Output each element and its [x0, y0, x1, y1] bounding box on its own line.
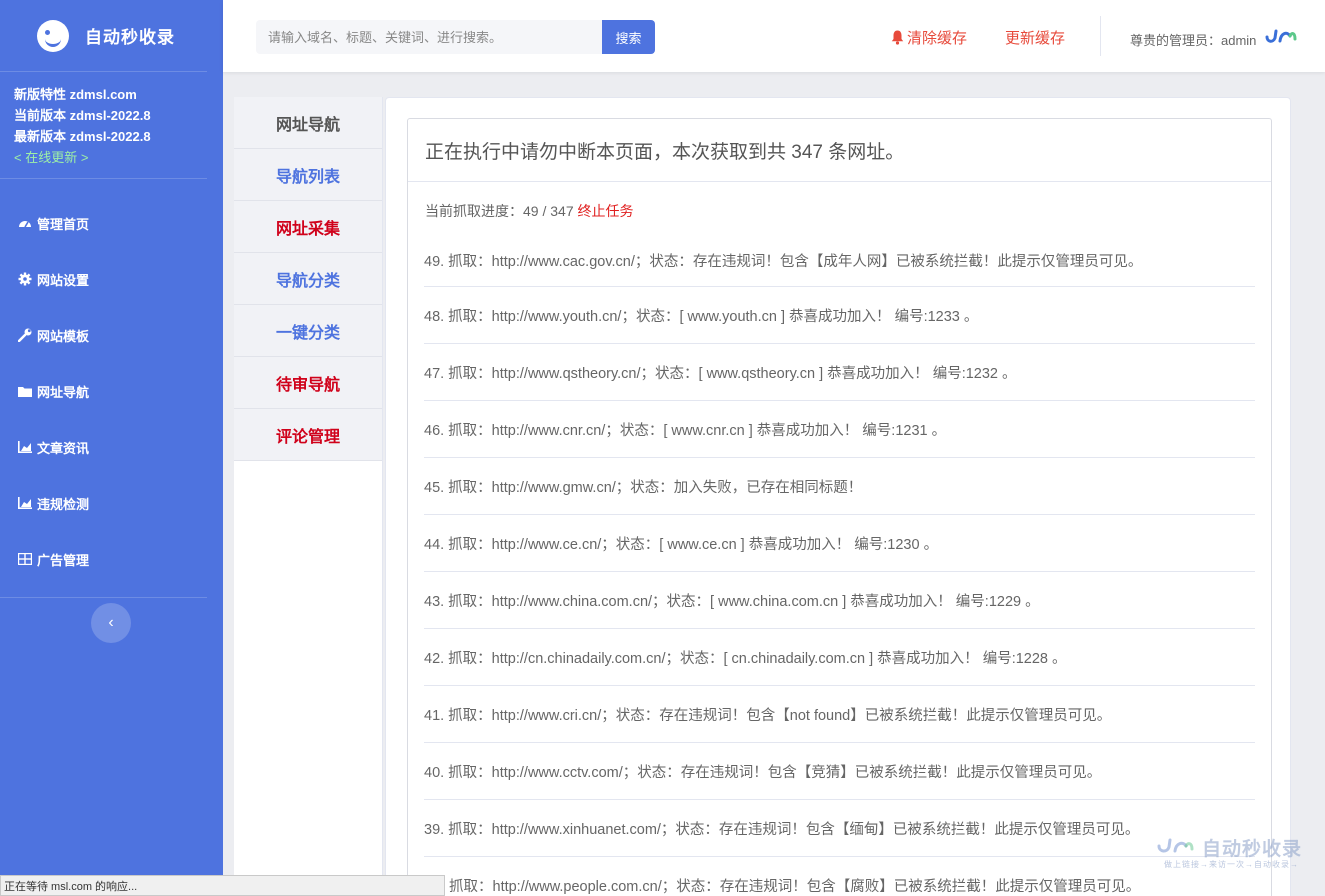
brand[interactable]: 自动秒收录 [0, 0, 207, 72]
sidebar-item-label: 网站设置 [37, 272, 90, 288]
chevron-left-icon: ‹ [108, 614, 114, 631]
watermark-subtitle: 做上链接→来访一次→自动收录→ [1164, 860, 1299, 869]
watermark: 自动秒收录 做上链接→来访一次→自动收录→ [1156, 834, 1311, 874]
smiley-logo-icon [37, 19, 69, 52]
dashboard-icon [17, 216, 33, 230]
admin-label: 尊贵的管理员：admin [1130, 33, 1257, 48]
log-row: 43. 抓取：http://www.china.com.cn/；状态：[ www… [424, 572, 1255, 629]
browser-status-bar: 正在等待 msl.com 的响应... [0, 875, 445, 896]
folder-icon [17, 384, 33, 398]
log-row: 48. 抓取：http://www.youth.cn/；状态：[ www.you… [424, 287, 1255, 344]
sidebar-item-url-nav[interactable]: 网址导航 [0, 363, 207, 419]
submenu-item-url-collect[interactable]: 网址采集 [234, 201, 382, 253]
chart-icon [17, 496, 33, 510]
log-row: 44. 抓取：http://www.ce.cn/；状态：[ www.ce.cn … [424, 515, 1255, 572]
sidebar-item-label: 文章资讯 [37, 440, 90, 456]
sidebar-item-label: 广告管理 [37, 552, 90, 568]
submenu-item-one-click-category[interactable]: 一键分类 [234, 305, 382, 357]
sidebar-item-ads[interactable]: 广告管理 [0, 531, 207, 587]
clear-cache-label: 清除缓存 [907, 30, 968, 47]
submenu-item-url-nav[interactable]: 网址导航 [234, 97, 382, 149]
submenu-item-nav-category[interactable]: 导航分类 [234, 253, 382, 305]
log-row: 39. 抓取：http://www.xinhuanet.com/；状态：存在违规… [424, 800, 1255, 857]
bell-icon [891, 30, 904, 45]
sidebar-item-label: 网站模板 [37, 328, 90, 344]
clear-cache-button[interactable]: 清除缓存 [891, 27, 967, 48]
log-row: 抓取：http://www.people.com.cn/；状态：存在违规词！包含… [424, 857, 1255, 896]
submenu-item-pending-nav[interactable]: 待审导航 [234, 357, 382, 409]
log-row: 46. 抓取：http://www.cnr.cn/；状态：[ www.cnr.c… [424, 401, 1255, 458]
online-update-link[interactable]: < 在线更新 > [14, 147, 207, 168]
sidebar: 自动秒收录 新版特性 zdmsl.com 当前版本 zdmsl-2022.8 最… [0, 0, 223, 896]
sidebar-item-dashboard[interactable]: 管理首页 [0, 195, 207, 251]
sidebar-item-label: 违规检测 [37, 496, 90, 512]
version-current: 当前版本 zdmsl-2022.8 [14, 108, 151, 123]
main-card: 正在执行中请勿中断本页面，本次获取到共 347 条网址。 当前抓取进度：49 /… [385, 97, 1291, 896]
gear-icon [17, 272, 33, 286]
brand-title: 自动秒收录 [85, 28, 175, 47]
topbar: 搜索 清除缓存 更新缓存 尊贵的管理员：admin [223, 0, 1325, 72]
watermark-logo-icon [1157, 838, 1194, 853]
progress-line: 当前抓取进度：49 / 347 终止任务 [408, 182, 1271, 235]
log-row: 49. 抓取：http://www.cac.gov.cn/；状态：存在违规词！包… [424, 235, 1255, 287]
progress-value: 49 / 347 [523, 203, 574, 219]
stop-task-link[interactable]: 终止任务 [578, 203, 634, 219]
site-logo-icon[interactable] [1263, 27, 1297, 47]
update-cache-button[interactable]: 更新缓存 [1005, 27, 1065, 48]
sidebar-item-articles[interactable]: 文章资讯 [0, 419, 207, 475]
search-bar: 搜索 [256, 20, 655, 54]
sidebar-item-site-template[interactable]: 网站模板 [0, 307, 207, 363]
wrench-icon [17, 328, 33, 342]
sidebar-item-violation-check[interactable]: 违规检测 [0, 475, 207, 531]
version-info: 新版特性 zdmsl.com 当前版本 zdmsl-2022.8 最新版本 zd… [0, 72, 207, 179]
collect-panel: 正在执行中请勿中断本页面，本次获取到共 347 条网址。 当前抓取进度：49 /… [407, 118, 1272, 896]
sidebar-item-site-settings[interactable]: 网站设置 [0, 251, 207, 307]
version-latest: 最新版本 zdmsl-2022.8 [14, 129, 151, 144]
crawl-log: 49. 抓取：http://www.cac.gov.cn/；状态：存在违规词！包… [408, 235, 1271, 896]
sidebar-nav: 管理首页 网站设置 网站模板 网址导航 文章资讯 违规检测 广告管理 [0, 195, 207, 598]
chart-icon [17, 440, 33, 454]
log-row: 47. 抓取：http://www.qstheory.cn/；状态：[ www.… [424, 344, 1255, 401]
submenu: 网址导航 导航列表 网址采集 导航分类 一键分类 待审导航 评论管理 [234, 97, 383, 461]
search-button[interactable]: 搜索 [602, 20, 655, 54]
progress-label: 当前抓取进度： [425, 203, 523, 219]
submenu-filler [234, 461, 383, 896]
watermark-title: 自动秒收录 [1202, 839, 1303, 860]
submenu-item-comments[interactable]: 评论管理 [234, 409, 382, 461]
panel-heading: 正在执行中请勿中断本页面，本次获取到共 347 条网址。 [408, 119, 1271, 182]
version-feature: 新版特性 zdmsl.com [14, 87, 137, 102]
log-row: 40. 抓取：http://www.cctv.com/；状态：存在违规词！包含【… [424, 743, 1255, 800]
submenu-item-nav-list[interactable]: 导航列表 [234, 149, 382, 201]
grid-icon [17, 552, 33, 566]
sidebar-item-label: 网址导航 [37, 384, 90, 400]
log-row: 45. 抓取：http://www.gmw.cn/；状态：加入失败，已存在相同标… [424, 458, 1255, 515]
log-row: 42. 抓取：http://cn.chinadaily.com.cn/；状态：[… [424, 629, 1255, 686]
topbar-divider [1100, 16, 1101, 56]
sidebar-item-label: 管理首页 [37, 216, 90, 232]
sidebar-collapse-button[interactable]: ‹ [91, 603, 131, 643]
search-input[interactable] [256, 20, 602, 54]
log-row: 41. 抓取：http://www.cri.cn/；状态：存在违规词！包含【no… [424, 686, 1255, 743]
